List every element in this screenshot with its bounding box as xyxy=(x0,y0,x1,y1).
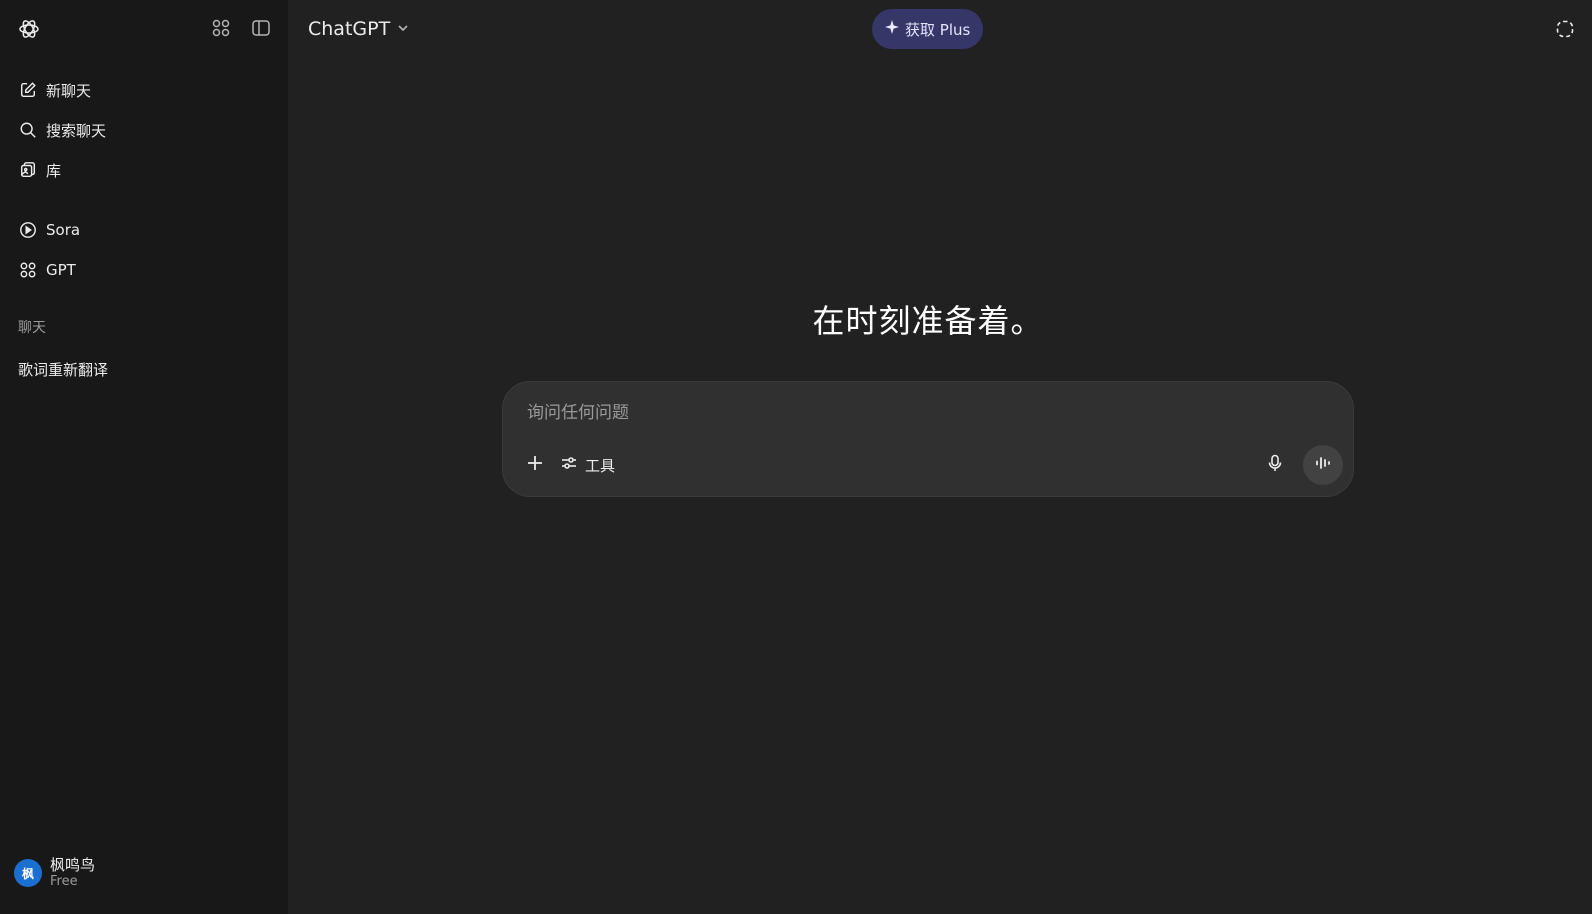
search-icon xyxy=(18,120,38,140)
user-menu[interactable]: 枫 枫鸣鸟 Free xyxy=(14,856,95,890)
sidebar-header xyxy=(0,0,288,58)
get-plus-button[interactable]: 获取 Plus xyxy=(872,9,984,49)
sidebar-item-library[interactable]: 库 xyxy=(8,150,280,190)
sidebar-nav: 新聊天 搜索聊天 库 Sora GPT xyxy=(0,58,288,290)
sidebar-item-label: 搜索聊天 xyxy=(46,121,107,140)
chevron-down-icon xyxy=(396,18,410,40)
openai-logo-icon[interactable] xyxy=(16,16,42,42)
main-area: ChatGPT 获取 Plus 在时刻准备着。 询问任何问题 工具 xyxy=(288,0,1592,914)
get-plus-label: 获取 Plus xyxy=(905,20,971,39)
chats-section-label: 聊天 xyxy=(18,320,46,336)
sidebar-item-label: 新聊天 xyxy=(46,81,92,100)
voice-mode-button[interactable] xyxy=(1303,445,1343,485)
play-circle-icon xyxy=(18,220,38,240)
sidebar-item-new-chat[interactable]: 新聊天 xyxy=(8,70,280,110)
add-attachment-button[interactable] xyxy=(517,447,553,483)
prompt-input[interactable] xyxy=(525,396,1225,430)
edit-icon xyxy=(18,80,38,100)
microphone-icon xyxy=(1265,453,1285,477)
apps-grid-icon[interactable] xyxy=(210,17,232,39)
sparkle-icon xyxy=(885,20,899,38)
user-name: 枫鸣鸟 xyxy=(50,856,96,874)
avatar: 枫 xyxy=(14,859,42,887)
temporary-chat-icon[interactable] xyxy=(1554,18,1576,40)
plus-icon xyxy=(525,453,545,477)
app-window: 新聊天 搜索聊天 库 Sora GPT 聊天 歌词重新翻译 枫 枫鸣鸟 Free… xyxy=(0,0,1592,914)
model-name: ChatGPT xyxy=(308,18,391,40)
composer: 工具 xyxy=(502,381,1354,497)
dictate-button[interactable] xyxy=(1257,447,1293,483)
grid-icon xyxy=(18,260,38,280)
sliders-icon xyxy=(559,453,579,477)
sidebar-item-label: Sora xyxy=(46,221,81,239)
model-selector[interactable]: ChatGPT xyxy=(308,15,410,43)
waveform-icon xyxy=(1313,453,1333,477)
sidebar-item-search-chats[interactable]: 搜索聊天 xyxy=(8,110,280,150)
sidebar-item-label: 库 xyxy=(46,161,62,180)
sidebar-item-gpt[interactable]: GPT xyxy=(8,250,280,290)
user-plan: Free xyxy=(50,874,78,889)
sidebar-item-label: GPT xyxy=(46,261,76,279)
history-item[interactable]: 歌词重新翻译 xyxy=(8,354,280,386)
sidebar-item-sora[interactable]: Sora xyxy=(8,210,280,250)
tools-label: 工具 xyxy=(585,456,616,475)
sidebar: 新聊天 搜索聊天 库 Sora GPT 聊天 歌词重新翻译 枫 枫鸣鸟 Free xyxy=(0,0,288,914)
toggle-sidebar-icon[interactable] xyxy=(250,17,272,39)
library-icon xyxy=(18,160,38,180)
tools-button[interactable]: 工具 xyxy=(553,447,621,483)
page-title: 在时刻准备着。 xyxy=(812,302,1044,340)
